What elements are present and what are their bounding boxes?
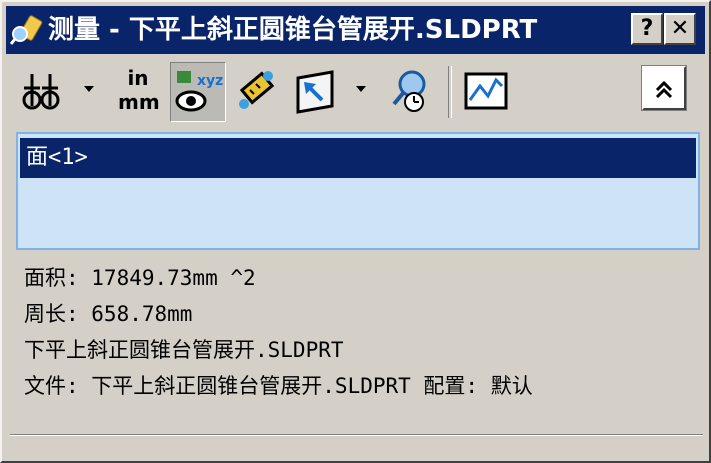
graph-line-icon	[462, 72, 512, 126]
arc-options-dropdown-icon[interactable]	[84, 86, 94, 92]
perimeter-result: 周长: 658.78mm	[24, 302, 193, 326]
point-to-point-button[interactable]	[232, 62, 282, 122]
file-config-line: 文件: 下平上斜正圆锥台管展开.SLDPRT 配置: 默认	[24, 374, 533, 398]
title-bar[interactable]: 测量 - 下平上斜正圆锥台管展开.SLDPRT ? ✕	[6, 6, 705, 54]
measure-window: 测量 - 下平上斜正圆锥台管展开.SLDPRT ? ✕ in mm xyz 面<…	[0, 0, 711, 463]
selection-list[interactable]: 面<1>	[16, 132, 700, 250]
units-in-label: in	[127, 66, 149, 90]
xyz-label: xyz	[197, 73, 223, 89]
projection-icon	[292, 70, 342, 126]
list-item[interactable]: 面<1>	[20, 138, 696, 178]
toolbar-separator	[448, 66, 452, 118]
units-precision-button[interactable]: in mm	[118, 62, 162, 122]
arc-circle-measure-button[interactable]	[20, 62, 68, 122]
history-clock-icon	[384, 70, 434, 126]
part-name: 下平上斜正圆锥台管展开.SLDPRT	[24, 338, 344, 362]
chevron-up-icon	[644, 80, 684, 112]
measure-app-icon	[9, 14, 44, 46]
measurement-history-button[interactable]	[384, 62, 434, 122]
sensor-button[interactable]	[462, 62, 512, 122]
close-button[interactable]: ✕	[664, 13, 696, 45]
units-mm-label: mm	[118, 90, 160, 114]
window-title: 测量 - 下平上斜正圆锥台管展开.SLDPRT	[48, 15, 538, 45]
help-button[interactable]: ?	[631, 13, 663, 45]
ruler-pencil-icon	[232, 71, 282, 126]
eye-xyz-icon: xyz	[171, 71, 225, 125]
arc-circle-measure-icon	[20, 74, 68, 126]
projection-dropdown-icon[interactable]	[356, 86, 366, 92]
collapse-button[interactable]	[641, 65, 687, 112]
toolbar: in mm xyz	[6, 58, 705, 128]
measurement-results: 面积: 17849.73mm ^2 周长: 658.78mm 下平上斜正圆锥台管…	[24, 260, 694, 404]
bottom-divider	[10, 434, 703, 436]
area-result: 面积: 17849.73mm ^2	[24, 266, 256, 290]
show-xyz-measurements-button[interactable]: xyz	[170, 62, 226, 122]
projection-button[interactable]	[292, 62, 342, 122]
